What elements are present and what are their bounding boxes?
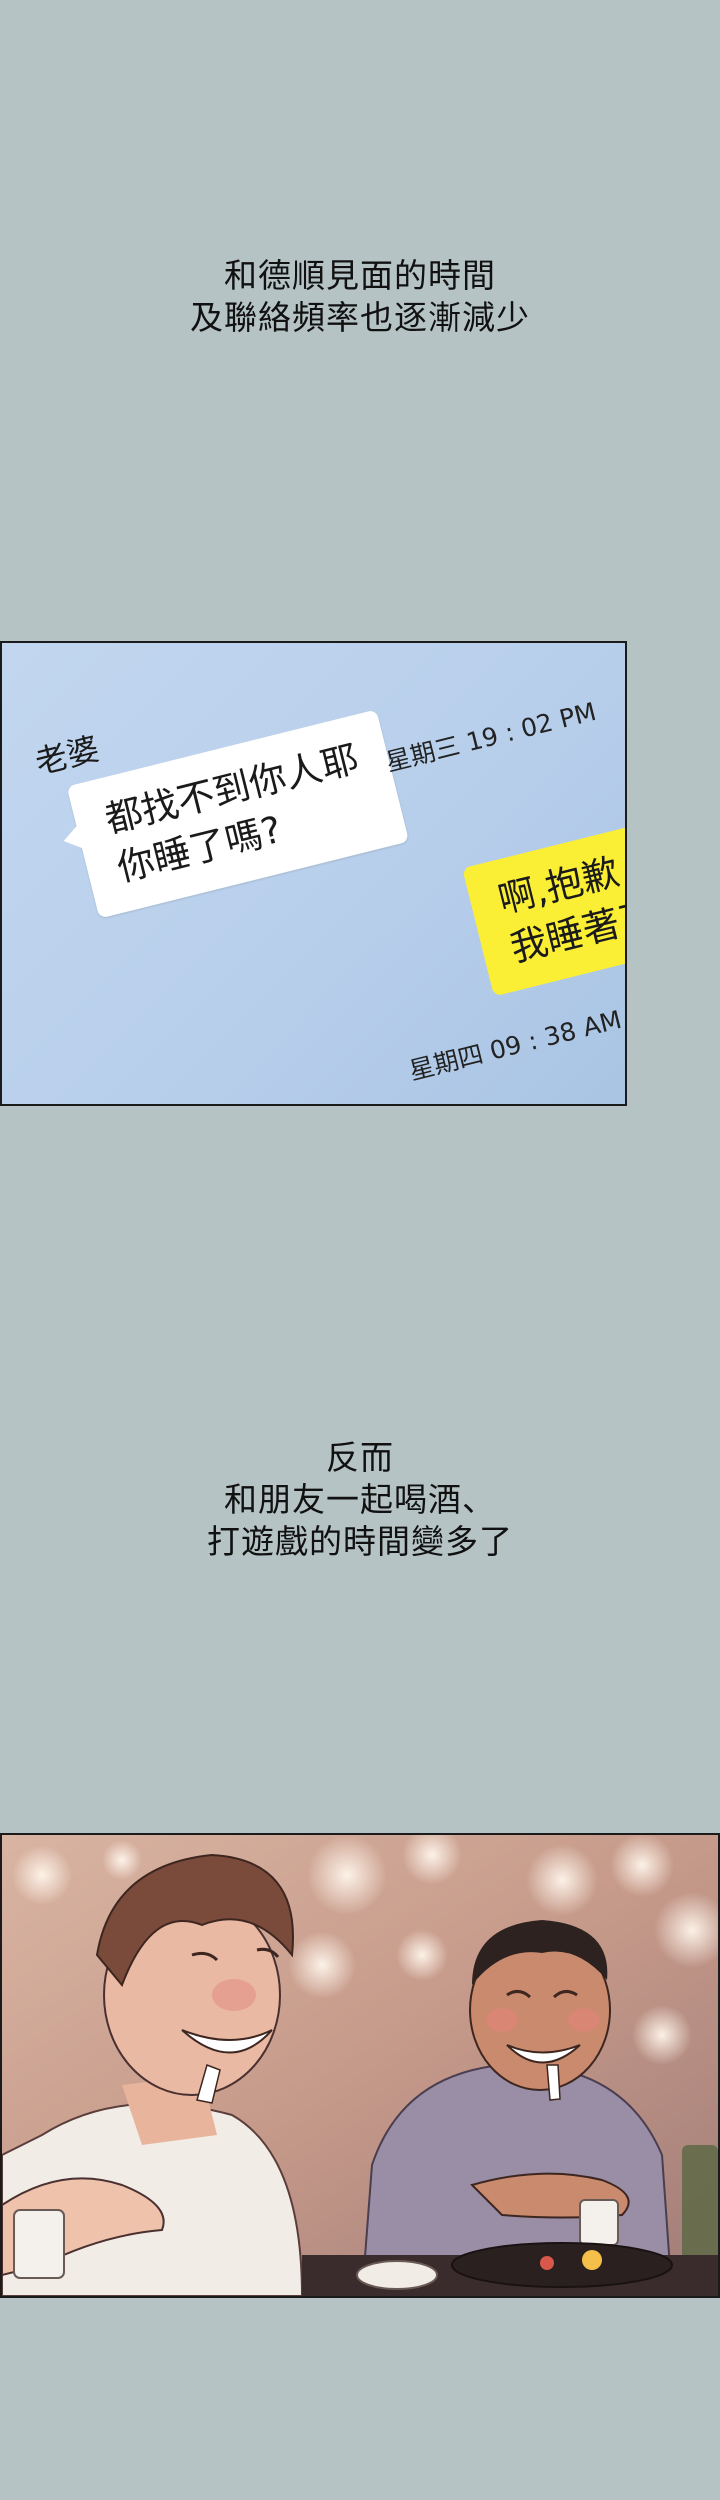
- chat-conversation: 老婆 都找不到你人耶 你睡了嗎? 星期三 19 : 02 PM 啊,抱歉 我睡著…: [9, 643, 625, 1104]
- friends-drinking-panel: [0, 1833, 720, 2298]
- outgoing-message-bubble: 啊,抱歉 我睡著了: [462, 819, 625, 997]
- chat-screen-panel: 老婆 都找不到你人耶 你睡了嗎? 星期三 19 : 02 PM 啊,抱歉 我睡著…: [0, 641, 627, 1106]
- soju-glass-right: [579, 2199, 619, 2246]
- caption-2-line-1: 反而: [326, 1438, 394, 1477]
- caption-1-line-1: 和德順見面的時間: [224, 256, 496, 295]
- caption-2-line-2: 和朋友一起喝酒、: [224, 1480, 496, 1519]
- narration-caption-2: 反而 和朋友一起喝酒、 打遊戲的時間變多了: [0, 1437, 720, 1563]
- friends-drinking-illustration: [2, 1835, 718, 2296]
- narration-caption-1: 和德順見面的時間 及聯絡頻率也逐漸減少: [0, 255, 720, 339]
- outgoing-message-timestamp: 星期四 09 : 38 AM: [406, 1004, 625, 1086]
- caption-1-line-2: 及聯絡頻率也逐漸減少: [190, 298, 530, 337]
- incoming-message-bubble: 都找不到你人耶 你睡了嗎?: [66, 709, 410, 919]
- soju-glass-left: [13, 2209, 65, 2279]
- caption-2-line-3: 打遊戲的時間變多了: [207, 1522, 513, 1561]
- incoming-message-timestamp: 星期三 19 : 02 PM: [382, 696, 600, 778]
- grill-pan: [451, 2242, 673, 2288]
- chat-contact-name: 老婆: [31, 729, 103, 782]
